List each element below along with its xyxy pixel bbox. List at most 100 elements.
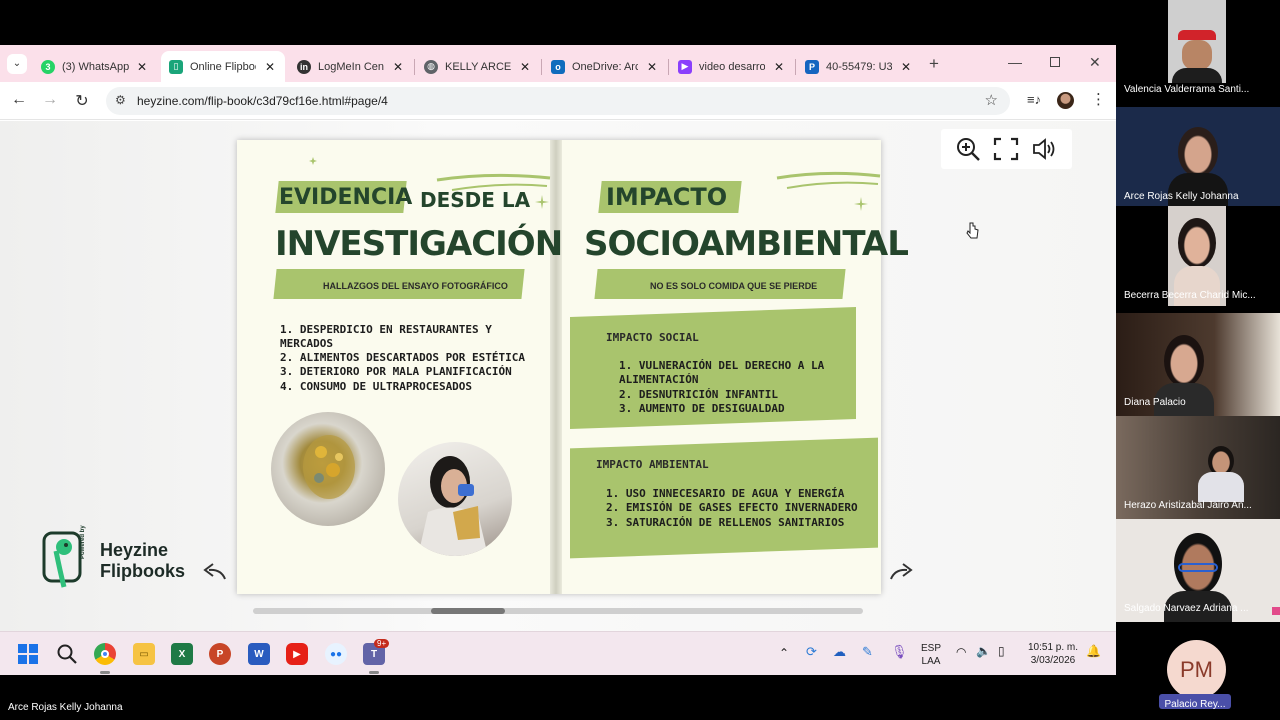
bookmark-star-icon[interactable]: ☆: [985, 91, 998, 109]
tab-kelly-arce[interactable]: ◍ KELLY ARCE - ✕: [416, 51, 540, 82]
url-field[interactable]: ⚙ heyzine.com/flip-book/c3d79cf16e.html#…: [106, 87, 1010, 115]
volume-icon[interactable]: 🔈: [976, 645, 991, 658]
tab-logmein[interactable]: in LogMeIn Central ✕: [289, 51, 413, 82]
subtitle: NO ES SOLO COMIDA QUE SE PIERDE: [650, 281, 818, 291]
microphone-icon[interactable]: 🎙: [891, 645, 908, 658]
participant-tile[interactable]: Valencia Valderrama Santi...: [1116, 0, 1280, 103]
title-socioambiental: SOCIOAMBIENTAL: [584, 224, 909, 264]
back-button[interactable]: ←: [9, 91, 29, 109]
minimize-button[interactable]: —: [1008, 54, 1022, 70]
participant-name: Becerra Becerra Charid Mic...: [1124, 290, 1256, 301]
tab-onedrive[interactable]: o OneDrive: Arc ✕: [543, 51, 667, 82]
tab-close-icon[interactable]: ✕: [137, 60, 147, 74]
tab-strip: ⌄ 3 (3) WhatsApp ✕ ▯ Online Flipbook ✕ i…: [0, 45, 1116, 82]
participant-name: Salgado Narvaez Adriana ...: [1124, 603, 1249, 614]
tab-whatsapp[interactable]: 3 (3) WhatsApp ✕: [33, 51, 157, 82]
list-item: 3. AUMENTO DE DESIGUALDAD: [619, 402, 785, 415]
word-icon[interactable]: W: [248, 643, 270, 665]
clock-date: 3/03/2026: [1030, 655, 1076, 666]
participant-tile[interactable]: Herazo Aristizabal Jairo An...: [1116, 416, 1280, 519]
battery-icon[interactable]: ▯: [998, 645, 1005, 658]
tab-online-flipbook[interactable]: ▯ Online Flipbook ✕: [161, 51, 285, 82]
zoom-in-icon[interactable]: [955, 137, 981, 161]
youtube-icon[interactable]: ▶: [286, 643, 308, 665]
heyzine-icon: ▯: [169, 59, 183, 74]
title-impacto: IMPACTO: [606, 183, 728, 211]
list-item: 3. SATURACIÓN DE RELLENOS SANITARIOS: [606, 516, 845, 529]
active-app-indicator: [100, 671, 110, 674]
list-item: 2. ALIMENTOS DESCARTADOS POR ESTÉTICA: [280, 351, 526, 364]
mouse-cursor-icon: [966, 222, 979, 239]
participant-name: Herazo Aristizabal Jairo An...: [1124, 500, 1252, 511]
list-item: MERCADOS: [280, 337, 333, 350]
tab-close-icon[interactable]: ✕: [520, 60, 530, 74]
windows-start-icon[interactable]: [18, 644, 38, 664]
right-page: IMPACTO SOCIOAMBIENTAL NO ES SOLO COMIDA…: [562, 140, 909, 594]
restore-button[interactable]: [1050, 57, 1060, 67]
next-page-arrow[interactable]: [889, 562, 915, 582]
tab-separator: [795, 59, 796, 75]
tab-label: (3) WhatsApp: [62, 60, 130, 73]
edit-tray-icon[interactable]: ✎: [862, 645, 873, 658]
list-item: 1. USO INNECESARIO DE AGUA Y ENERGÍA: [606, 487, 845, 500]
cloud-icon[interactable]: ☁: [833, 645, 846, 658]
reload-button[interactable]: ↻: [72, 91, 92, 111]
flipbooks-wordmark: Flipbooks: [100, 561, 185, 581]
decor-star: [535, 195, 549, 209]
tab-close-icon[interactable]: ✕: [901, 60, 911, 74]
flipbook-viewer: EVIDENCIA DESDE LA INVESTIGACIÓN HALLAZG…: [0, 121, 1116, 631]
notifications-bell-icon[interactable]: 🔔: [1086, 645, 1101, 658]
video-icon: ▶: [678, 59, 692, 74]
profile-avatar[interactable]: [1057, 92, 1074, 109]
participant-tile[interactable]: Diana Palacio: [1116, 313, 1280, 416]
tab-close-icon[interactable]: ✕: [647, 60, 657, 74]
clock[interactable]: 10:51 p. m. 3/03/2026: [1022, 641, 1084, 667]
search-icon[interactable]: [57, 644, 77, 664]
heyzine-bird-icon: [42, 531, 82, 588]
excel-icon[interactable]: X: [171, 643, 193, 665]
url-text[interactable]: heyzine.com/flip-book/c3d79cf16e.html#pa…: [137, 94, 388, 108]
participant-video: [1168, 0, 1226, 83]
tab-label: Online Flipbook: [190, 60, 256, 73]
page-scroll-thumb[interactable]: [431, 608, 505, 614]
wifi-icon[interactable]: ◠: [956, 646, 966, 659]
tab-document[interactable]: P 40-55479: U3 ✕: [797, 51, 921, 82]
globe-icon: ◍: [424, 59, 438, 74]
close-window-button[interactable]: ✕: [1089, 54, 1101, 71]
participant-tile[interactable]: Arce Rojas Kelly Johanna: [1116, 107, 1280, 210]
list-item: 2. EMISIÓN DE GASES EFECTO INVERNADERO: [606, 501, 858, 514]
list-item: ALIMENTACIÓN: [619, 373, 699, 386]
active-app-indicator: [369, 671, 379, 674]
show-hidden-icons-chevron[interactable]: ⌃: [779, 647, 789, 660]
sound-icon[interactable]: [1032, 137, 1058, 161]
previous-page-arrow[interactable]: [201, 562, 227, 582]
file-explorer-icon[interactable]: ▭: [133, 643, 155, 665]
page-scroll-track[interactable]: [253, 608, 863, 614]
new-tab-button[interactable]: +: [929, 54, 939, 74]
tab-close-icon[interactable]: ✕: [774, 60, 784, 74]
address-bar: ← → ↻ ⚙ heyzine.com/flip-book/c3d79cf16e…: [0, 82, 1116, 120]
powerpoint-icon[interactable]: P: [209, 643, 231, 665]
participant-tile[interactable]: Salgado Narvaez Adriana ...: [1116, 519, 1280, 622]
tab-close-icon[interactable]: ✕: [393, 60, 403, 74]
tab-separator: [668, 59, 669, 75]
participant-tile[interactable]: Becerra Becerra Charid Mic...: [1116, 206, 1280, 309]
tab-search-button[interactable]: ⌄: [7, 54, 27, 74]
media-control-icon[interactable]: ≡♪: [1027, 92, 1041, 107]
forward-button[interactable]: →: [40, 91, 60, 109]
fullscreen-icon[interactable]: [993, 137, 1019, 161]
tab-video[interactable]: ▶ video desarrollo ✕: [670, 51, 794, 82]
outlook-icon: o: [551, 59, 565, 74]
tab-close-icon[interactable]: ✕: [265, 60, 275, 74]
decor-star: [854, 197, 868, 211]
tab-label: 40-55479: U3: [826, 60, 892, 73]
language-indicator[interactable]: ESP LAA: [918, 642, 944, 668]
chrome-menu-icon[interactable]: ⋮: [1091, 90, 1106, 108]
sync-icon[interactable]: ⟳: [806, 645, 817, 658]
site-info-icon[interactable]: ⚙: [115, 93, 126, 107]
app-icon[interactable]: ●●: [325, 643, 347, 665]
chrome-icon[interactable]: [94, 643, 116, 665]
self-avatar[interactable]: PM: [1167, 640, 1226, 699]
photo-food-waste-bag: [271, 412, 385, 526]
heyzine-logo[interactable]: Powered by Heyzine Flipbooks: [42, 525, 202, 591]
